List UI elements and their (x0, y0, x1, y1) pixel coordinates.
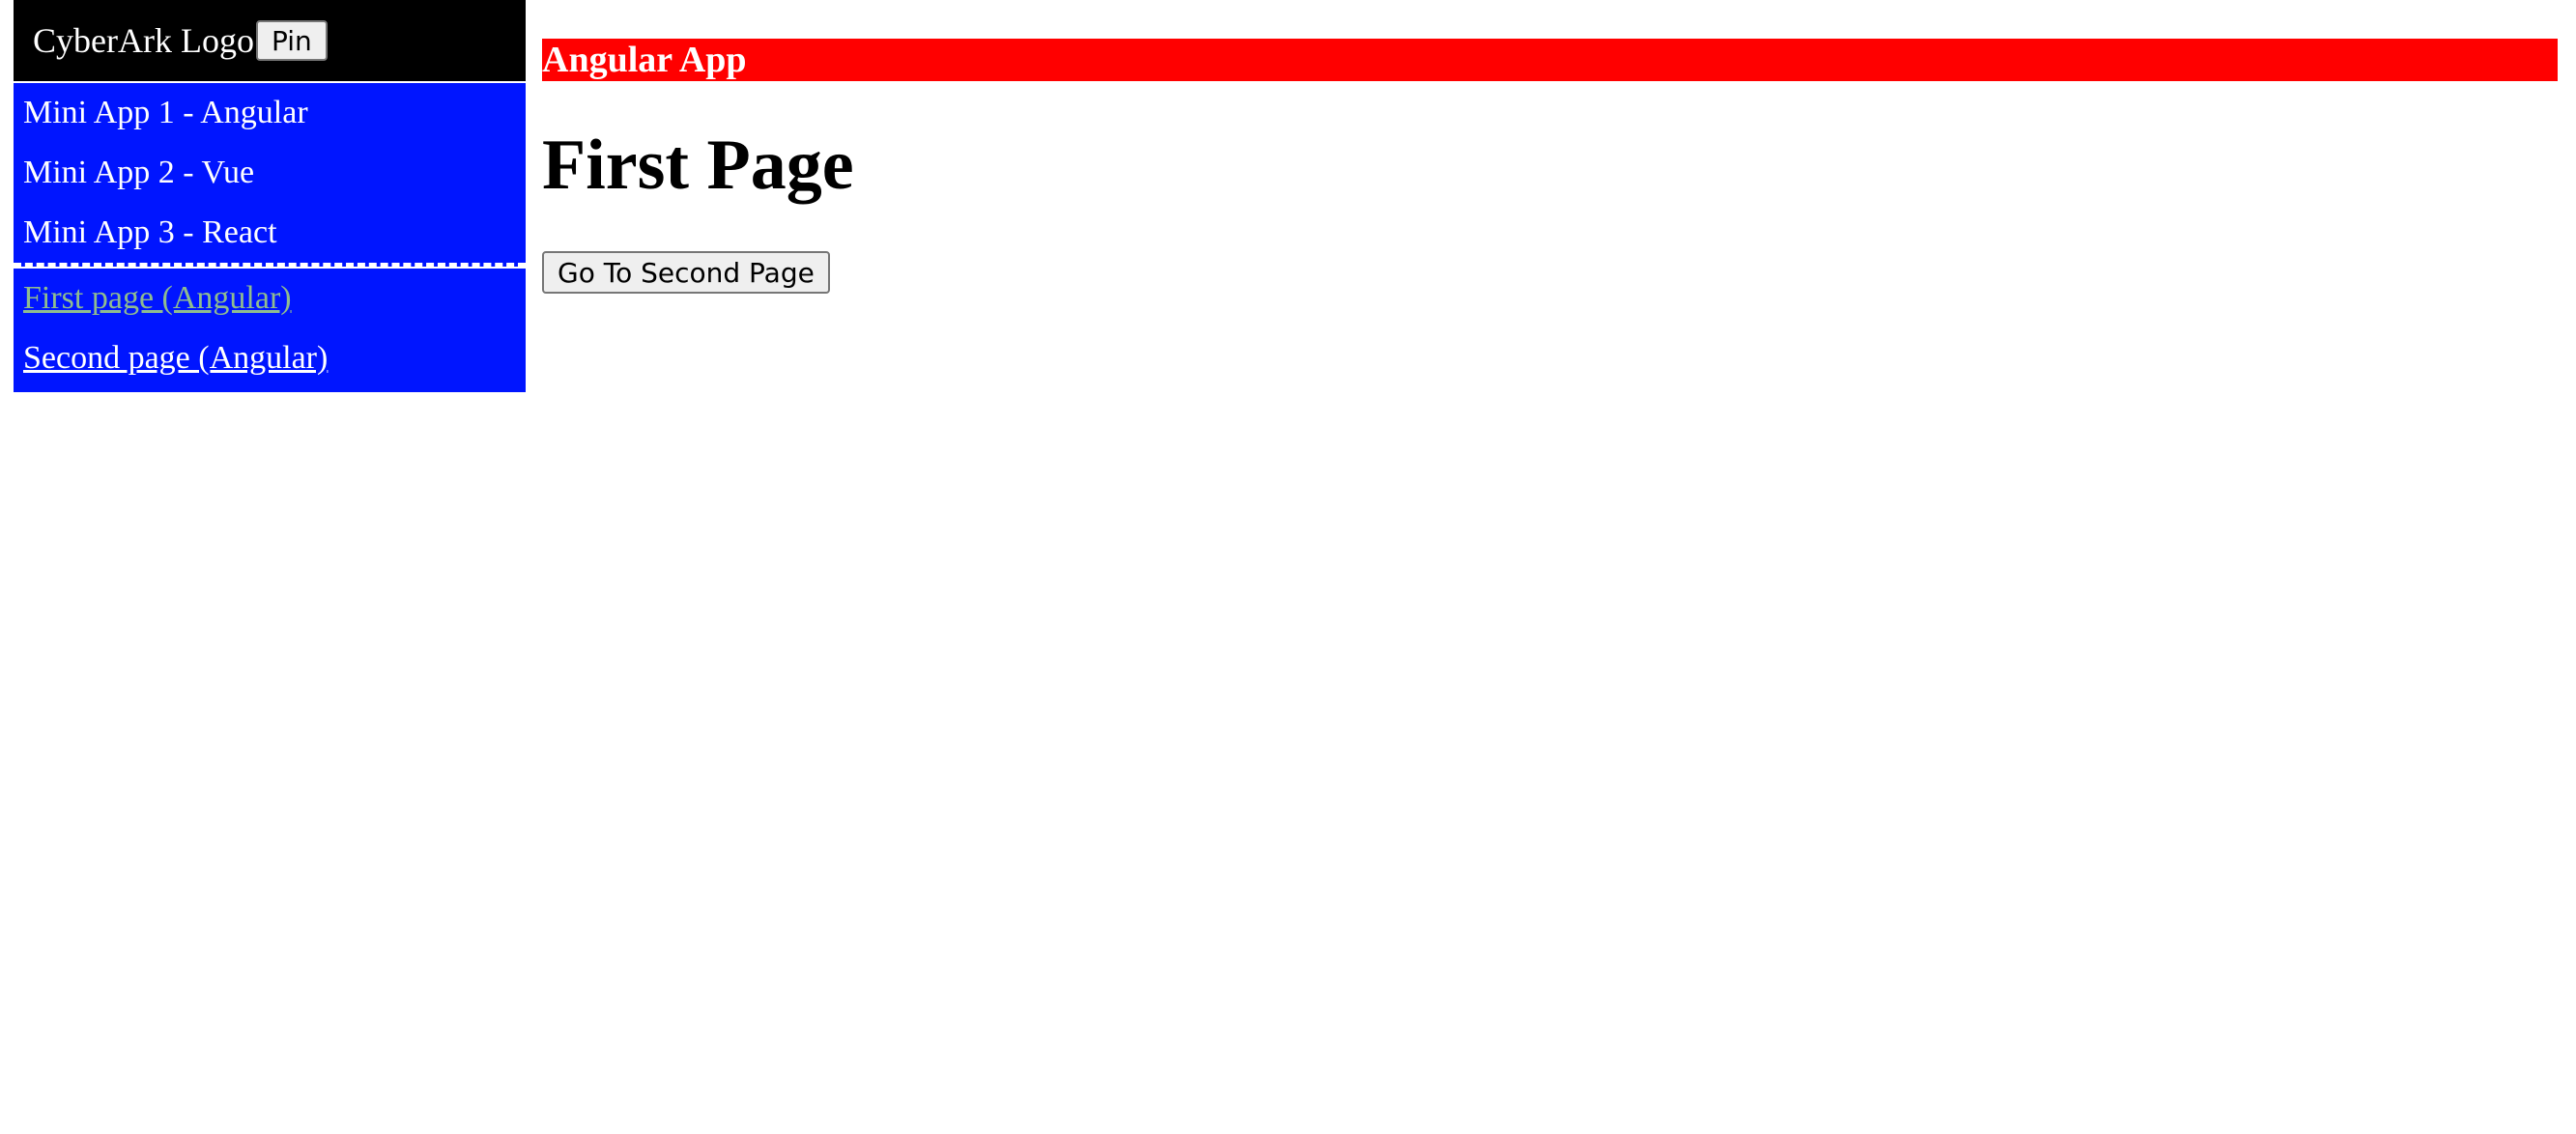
sidebar-header: CyberArk Logo Pin (14, 0, 526, 83)
mini-app-list: Mini App 1 - Angular Mini App 2 - Vue Mi… (14, 83, 526, 267)
logo: CyberArk Logo (33, 21, 254, 60)
second-page-link[interactable]: Second page (Angular) (23, 340, 328, 376)
app-banner: Angular App (542, 39, 2558, 81)
first-page-link[interactable]: First page (Angular) (23, 280, 292, 316)
pin-button[interactable]: Pin (255, 20, 328, 61)
mini-app-item-react[interactable]: Mini App 3 - React (14, 203, 526, 263)
mini-app-item-angular[interactable]: Mini App 1 - Angular (14, 83, 526, 143)
page-title: First Page (542, 126, 854, 205)
mini-app-item-vue[interactable]: Mini App 2 - Vue (14, 143, 526, 203)
sidebar: CyberArk Logo Pin Mini App 1 - Angular M… (14, 0, 526, 392)
page-link-item: First page (Angular) (14, 269, 526, 328)
page-link-list: First page (Angular) Second page (Angula… (14, 267, 526, 392)
page-link-item: Second page (Angular) (14, 328, 526, 388)
go-to-second-page-button[interactable]: Go To Second Page (542, 251, 830, 294)
main-content: Angular App First Page Go To Second Page (542, 39, 2558, 294)
